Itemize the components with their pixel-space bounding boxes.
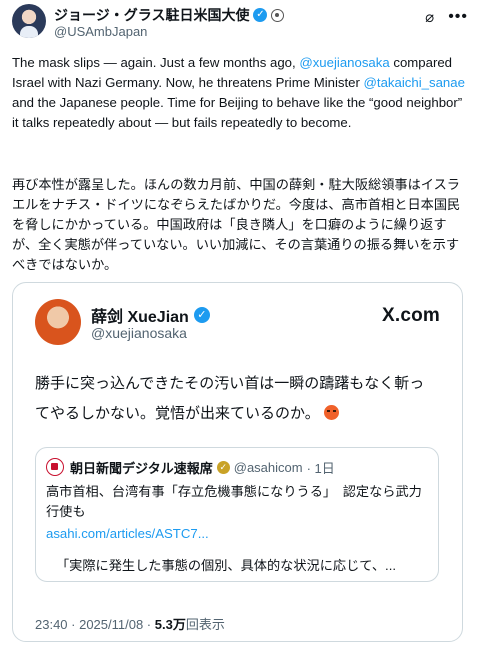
mention-link[interactable]: @xuejianosaka (299, 55, 389, 70)
nested-author-name: 朝日新聞デジタル速報席 (70, 461, 213, 476)
view-label: 回表示 (185, 617, 225, 632)
angry-face-emoji-icon (323, 405, 339, 420)
nested-article-snippet: 「実際に発生した事態の個別、具体的な状況に応じて、... (56, 558, 397, 573)
quoted-author-handle: @xuejianosaka (91, 325, 187, 341)
quoted-tweet-card[interactable]: 薛剑 XueJian ✓ @xuejianosaka X.com 勝手に突っ込ん… (12, 282, 463, 642)
verified-badge-icon: ✓ (193, 307, 210, 323)
government-badge-icon (271, 8, 285, 22)
asahi-avatar (46, 458, 64, 476)
quoted-timestamp: 23:40 · 2025/11/08 · 5.3万回表示 (35, 614, 225, 633)
author-name[interactable]: ジョージ・グラス駐日米国大使 (54, 5, 249, 25)
nested-author-handle: @asahicom (233, 460, 303, 475)
nested-author-row: 朝日新聞デジタル速報席 ✓ @asahicom · 1日 (70, 458, 335, 477)
author-avatar[interactable] (12, 4, 46, 38)
nested-tweet-text: 高市首相、台湾有事「存立危機事態になりうる」 認定なら武力行使も (46, 484, 422, 519)
tweet-header: ジョージ・グラス駐日米国大使 ✓ @USAmbJapan ⌀ ••• (12, 2, 472, 44)
quoted-author-name: 薛剑 XueJian (91, 309, 189, 326)
quoted-author-name-row: 薛剑 XueJian ✓ (91, 303, 210, 327)
nested-post-age: · 1日 (306, 461, 335, 476)
mention-link[interactable]: @takaichi_sanae (364, 75, 465, 90)
x-com-logo: X.com (381, 305, 440, 326)
timestamp-text: 23:40 · 2025/11/08 · (35, 617, 155, 632)
nested-article-link[interactable]: asahi.com/articles/ASTC7... (46, 526, 209, 541)
quoted-author-avatar[interactable] (35, 299, 81, 345)
view-count: 5.3万 (154, 617, 186, 632)
author-handle[interactable]: @USAmbJapan (54, 24, 147, 39)
verified-badge-icon: ✓ (253, 8, 268, 22)
tweet-text-segment: The mask slips — again. Just a few month… (12, 55, 300, 70)
edit-icon[interactable]: ⌀ (425, 8, 434, 26)
tweet-text-segment: and the Japanese people. Time for Beijin… (12, 95, 463, 130)
quoted-tweet-body: 勝手に突っ込んできたその汚い首は一瞬の躊躇もなく斬ってやるしかない。覚悟が出来て… (35, 375, 425, 422)
more-icon[interactable]: ••• (448, 8, 468, 26)
author-name-row[interactable]: ジョージ・グラス駐日米国大使 ✓ (54, 5, 285, 25)
gold-badge-icon: ✓ (216, 461, 230, 474)
tweet-text-en: The mask slips — again. Just a few month… (12, 53, 468, 133)
tweet-text-jp: 再び本性が露呈した。ほんの数カ月前、中国の薛剣・駐大阪総領事はイスラエルをナチス… (12, 177, 461, 272)
nested-quoted-tweet[interactable]: 朝日新聞デジタル速報席 ✓ @asahicom · 1日 高市首相、台湾有事「存… (35, 447, 439, 582)
quoted-tweet-text: 勝手に突っ込んできたその汚い首は一瞬の躊躇もなく斬ってやるしかない。覚悟が出来て… (35, 369, 435, 429)
tweet-actions-top: ⌀ ••• (425, 8, 468, 26)
